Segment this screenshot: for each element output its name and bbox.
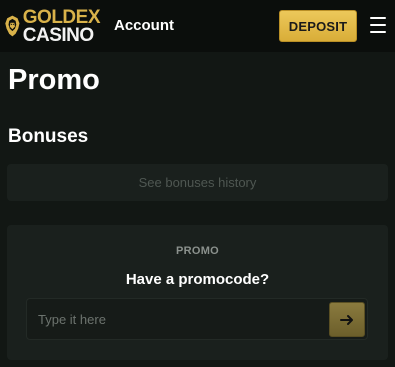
promocode-submit-button[interactable] xyxy=(329,302,365,337)
bonuses-heading: Bonuses xyxy=(8,126,89,147)
see-bonuses-history-button[interactable]: See bonuses history xyxy=(7,164,388,201)
account-link[interactable]: Account xyxy=(114,17,174,34)
logo-line-goldex: GOLDEX xyxy=(22,6,101,28)
menu-bar-middle xyxy=(370,24,386,26)
deposit-button[interactable]: DEPOSIT xyxy=(279,10,357,42)
promocode-field-wrapper xyxy=(26,298,368,340)
page-title: Promo xyxy=(8,64,100,96)
goldex-casino-logo[interactable]: GOLDEX CASINO xyxy=(4,6,101,46)
hamburger-menu-icon[interactable] xyxy=(370,17,386,33)
logo-wordmark: GOLDEX CASINO xyxy=(22,6,101,46)
arrow-right-icon xyxy=(340,314,353,325)
promo-card: PROMO Have a promocode? xyxy=(7,225,388,360)
promocode-question: Have a promocode? xyxy=(125,271,270,288)
top-header: GOLDEX CASINO Account DEPOSIT xyxy=(0,0,395,52)
promocode-input[interactable] xyxy=(27,299,327,339)
promo-eyebrow-label: PROMO xyxy=(175,245,220,257)
lion-logo-icon xyxy=(5,15,20,37)
logo-line-casino: CASINO xyxy=(22,24,94,46)
menu-bar-top xyxy=(370,17,386,19)
menu-bar-bottom xyxy=(370,31,386,33)
